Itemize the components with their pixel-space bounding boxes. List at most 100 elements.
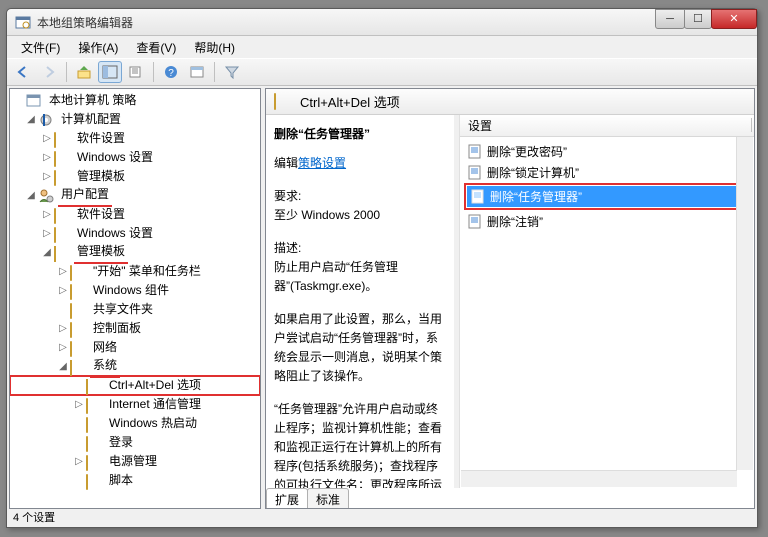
- folder-open-icon: [86, 378, 103, 393]
- description-text: “任务管理器”允许用户启动或终止程序；监视计算机性能；查看和监视正运行在计算机上…: [274, 400, 446, 488]
- filter-button[interactable]: [220, 61, 244, 83]
- expand-icon[interactable]: ▷: [72, 395, 86, 414]
- show-tree-button[interactable]: [98, 61, 122, 83]
- gpedit-window: 本地组策略编辑器 ─ ☐ ✕ 文件(F) 操作(A) 查看(V) 帮助(H) ?…: [6, 8, 758, 528]
- policy-icon: [26, 93, 43, 108]
- expand-icon[interactable]: ▷: [40, 224, 54, 243]
- expand-icon[interactable]: ▷: [40, 205, 54, 224]
- tab-standard[interactable]: 标准: [307, 488, 349, 508]
- menu-action[interactable]: 操作(A): [70, 37, 126, 58]
- expand-icon[interactable]: ▷: [72, 452, 86, 471]
- export-button[interactable]: [124, 61, 148, 83]
- policy-icon: [471, 189, 486, 204]
- folder-icon: [70, 283, 87, 298]
- help-button[interactable]: ?: [159, 61, 183, 83]
- titlebar[interactable]: 本地组策略编辑器 ─ ☐ ✕: [7, 9, 757, 36]
- folder-icon: [86, 454, 103, 469]
- tree-item[interactable]: 脚本: [10, 471, 260, 490]
- folder-open-icon: [54, 245, 71, 260]
- tree-item[interactable]: ▷Windows 设置: [10, 224, 260, 243]
- tree-item[interactable]: 登录: [10, 433, 260, 452]
- app-icon: [15, 14, 31, 30]
- svg-text:?: ?: [168, 68, 174, 79]
- edit-label: 编辑: [274, 156, 298, 170]
- expand-icon[interactable]: ▷: [40, 167, 54, 186]
- description-label: 描述:: [274, 239, 446, 258]
- collapse-icon[interactable]: ◢: [24, 110, 38, 129]
- policy-item-selected[interactable]: 删除“任务管理器”: [467, 186, 743, 207]
- menu-help[interactable]: 帮助(H): [186, 37, 243, 58]
- collapse-icon[interactable]: ◢: [40, 243, 54, 262]
- policy-icon: [468, 165, 483, 180]
- folder-open-icon: [70, 359, 87, 374]
- folder-icon: [70, 264, 87, 279]
- tree-item[interactable]: ▷管理模板: [10, 167, 260, 186]
- close-button[interactable]: ✕: [711, 9, 757, 29]
- menu-view[interactable]: 查看(V): [128, 37, 184, 58]
- folder-icon: [86, 397, 103, 412]
- gear-icon: [38, 112, 55, 127]
- expand-icon[interactable]: ▷: [56, 281, 70, 300]
- collapse-icon[interactable]: ◢: [56, 357, 70, 376]
- view-tabs: 扩展 标准: [266, 488, 348, 508]
- policy-icon: [468, 214, 483, 229]
- toolbar-separator: [66, 62, 67, 82]
- folder-icon: [86, 435, 103, 450]
- tree-computer-config[interactable]: ◢计算机配置: [10, 110, 260, 129]
- tree-item[interactable]: ▷"开始" 菜单和任务栏: [10, 262, 260, 281]
- tree-admin-templates[interactable]: ◢管理模板: [10, 243, 260, 262]
- scrollbar-horizontal[interactable]: [461, 470, 737, 487]
- tree-item[interactable]: ▷控制面板: [10, 319, 260, 338]
- collapse-icon[interactable]: ◢: [24, 186, 38, 205]
- policy-item[interactable]: 删除“锁定计算机”: [464, 162, 746, 183]
- column-header-setting[interactable]: 设置: [460, 115, 754, 137]
- details-title: Ctrl+Alt+Del 选项: [300, 92, 400, 111]
- expand-icon[interactable]: ▷: [56, 319, 70, 338]
- window-title: 本地组策略编辑器: [37, 14, 133, 31]
- policy-item[interactable]: 删除“更改密码”: [464, 141, 746, 162]
- status-text: 4 个设置: [13, 512, 55, 524]
- requirement-label: 要求:: [274, 187, 446, 206]
- forward-button[interactable]: [37, 61, 61, 83]
- tree-user-config[interactable]: ◢用户配置: [10, 186, 260, 205]
- highlighted-item-box: 删除“任务管理器”: [464, 183, 746, 210]
- tree-root[interactable]: 本地计算机 策略: [10, 91, 260, 110]
- description-pane: 删除“任务管理器” 编辑策略设置 要求: 至少 Windows 2000 描述:…: [266, 115, 454, 488]
- tree-item[interactable]: ▷网络: [10, 338, 260, 357]
- expand-icon[interactable]: ▷: [40, 129, 54, 148]
- requirement-value: 至少 Windows 2000: [274, 206, 446, 225]
- tree-item[interactable]: ▷软件设置: [10, 205, 260, 224]
- tree-item[interactable]: ▷Internet 通信管理: [10, 395, 260, 414]
- tree-item[interactable]: 共享文件夹: [10, 300, 260, 319]
- column-resize-handle[interactable]: [751, 118, 752, 132]
- tree-item[interactable]: ▷Windows 设置: [10, 148, 260, 167]
- menu-file[interactable]: 文件(F): [13, 37, 68, 58]
- expand-icon[interactable]: ▷: [56, 262, 70, 281]
- details-header: Ctrl+Alt+Del 选项: [266, 89, 754, 115]
- tree-item[interactable]: ▷软件设置: [10, 129, 260, 148]
- policy-settings-link[interactable]: 策略设置: [298, 156, 346, 170]
- details-pane: Ctrl+Alt+Del 选项 删除“任务管理器” 编辑策略设置 要求: 至少 …: [265, 88, 755, 509]
- expand-icon[interactable]: ▷: [56, 338, 70, 357]
- folder-icon: [54, 131, 71, 146]
- tab-extended[interactable]: 扩展: [266, 488, 308, 508]
- properties-button[interactable]: [185, 61, 209, 83]
- toolbar: ?: [7, 58, 757, 86]
- minimize-button[interactable]: ─: [655, 9, 685, 29]
- folder-icon: [274, 94, 291, 109]
- policy-icon: [468, 144, 483, 159]
- tree-ctrl-alt-del[interactable]: Ctrl+Alt+Del 选项: [10, 376, 260, 395]
- expand-icon[interactable]: ▷: [40, 148, 54, 167]
- tree-item[interactable]: Windows 热启动: [10, 414, 260, 433]
- tree-item[interactable]: ▷Windows 组件: [10, 281, 260, 300]
- tree-item[interactable]: ▷电源管理: [10, 452, 260, 471]
- back-button[interactable]: [11, 61, 35, 83]
- user-gear-icon: [38, 188, 55, 203]
- policy-item[interactable]: 删除“注销”: [464, 211, 746, 232]
- up-button[interactable]: [72, 61, 96, 83]
- maximize-button[interactable]: ☐: [684, 9, 712, 29]
- scrollbar-vertical[interactable]: [736, 137, 753, 470]
- description-text: 防止用户启动“任务管理器”(Taskmgr.exe)。: [274, 258, 446, 296]
- tree-system[interactable]: ◢系统: [10, 357, 260, 376]
- toolbar-separator: [214, 62, 215, 82]
